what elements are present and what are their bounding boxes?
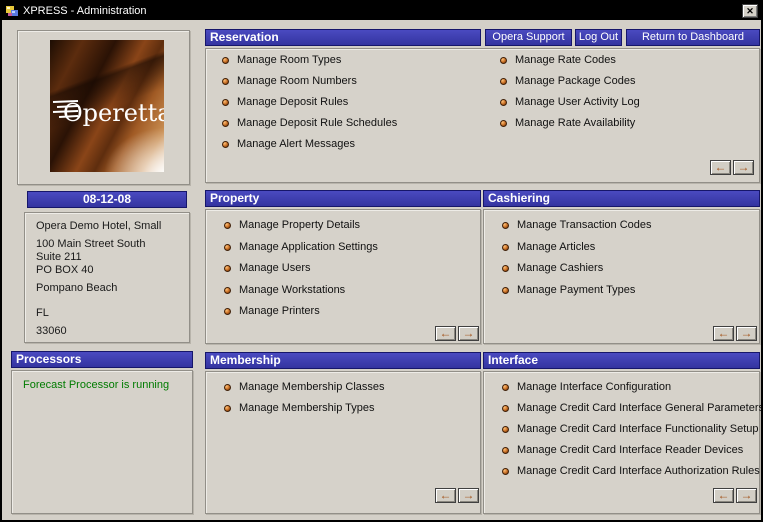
bullet-icon: [502, 404, 509, 412]
menu-link-manage-application-settings[interactable]: Manage Application Settings: [224, 240, 378, 254]
menu-link-manage-rate-availability[interactable]: Manage Rate Availability: [500, 116, 635, 130]
bullet-icon: [224, 383, 231, 391]
menu-link-manage-payment-types[interactable]: Manage Payment Types: [502, 283, 635, 297]
operetta-logo-art: Operetta: [52, 99, 172, 127]
bullet-icon: [224, 404, 231, 412]
bullet-icon: [222, 140, 229, 148]
hotel-street: 100 Main Street South: [36, 238, 146, 250]
section-header-property: Property: [205, 190, 481, 207]
hotel-po-box: PO BOX 40: [36, 264, 94, 276]
opera-support-button[interactable]: Opera Support: [485, 29, 572, 46]
bullet-icon: [502, 467, 509, 475]
bullet-icon: [222, 119, 229, 127]
menu-link-manage-package-codes[interactable]: Manage Package Codes: [500, 74, 635, 88]
bullet-icon: [224, 243, 231, 251]
section-header-interface: Interface: [483, 352, 760, 369]
bullet-icon: [222, 77, 229, 85]
processors-panel: Forecast Processor is running: [11, 370, 193, 514]
membership-prev-arrow-icon[interactable]: ←: [435, 488, 456, 503]
app-window: XPRESS - Administration ✕ Operetta 08-12…: [0, 0, 763, 522]
section-header-membership: Membership: [205, 352, 481, 369]
bullet-icon: [500, 98, 507, 106]
menu-link-manage-cc-interface-reader-devices[interactable]: Manage Credit Card Interface Reader Devi…: [502, 443, 743, 457]
bullet-icon: [224, 286, 231, 294]
hotel-address-panel: Opera Demo Hotel, Small 100 Main Street …: [24, 212, 190, 343]
bullet-icon: [502, 383, 509, 391]
bullet-icon: [502, 264, 509, 272]
reservation-next-arrow-icon[interactable]: →: [733, 160, 754, 175]
bullet-icon: [222, 98, 229, 106]
return-to-dashboard-button[interactable]: Return to Dashboard: [626, 29, 760, 46]
cashiering-next-arrow-icon[interactable]: →: [736, 326, 757, 341]
menu-link-manage-membership-types[interactable]: Manage Membership Types: [224, 401, 375, 415]
menu-link-manage-cc-interface-functionality-setup[interactable]: Manage Credit Card Interface Functionali…: [502, 422, 759, 436]
window-title: XPRESS - Administration: [23, 5, 147, 17]
bullet-icon: [222, 56, 229, 64]
menu-link-manage-workstations[interactable]: Manage Workstations: [224, 283, 345, 297]
section-header-cashiering: Cashiering: [483, 190, 760, 207]
interface-prev-arrow-icon[interactable]: ←: [713, 488, 734, 503]
menu-link-manage-property-details[interactable]: Manage Property Details: [224, 218, 360, 232]
bullet-icon: [224, 264, 231, 272]
log-out-button[interactable]: Log Out: [575, 29, 622, 46]
menu-link-manage-room-numbers[interactable]: Manage Room Numbers: [222, 74, 357, 88]
menu-link-manage-membership-classes[interactable]: Manage Membership Classes: [224, 380, 385, 394]
hotel-zip: 33060: [36, 325, 67, 337]
section-header-processors: Processors: [11, 351, 193, 368]
bullet-icon: [224, 307, 231, 315]
bullet-icon: [224, 221, 231, 229]
property-prev-arrow-icon[interactable]: ←: [435, 326, 456, 341]
menu-link-manage-interface-configuration[interactable]: Manage Interface Configuration: [502, 380, 671, 394]
membership-next-arrow-icon[interactable]: →: [458, 488, 479, 503]
menu-link-manage-cc-interface-general-parameters[interactable]: Manage Credit Card Interface General Par…: [502, 401, 761, 415]
bullet-icon: [500, 119, 507, 127]
close-icon[interactable]: ✕: [742, 4, 758, 18]
menu-link-manage-user-activity-log[interactable]: Manage User Activity Log: [500, 95, 640, 109]
menu-link-manage-users[interactable]: Manage Users: [224, 261, 311, 275]
processor-status: Forecast Processor is running: [23, 379, 170, 391]
bullet-icon: [502, 446, 509, 454]
menu-link-manage-transaction-codes[interactable]: Manage Transaction Codes: [502, 218, 652, 232]
interface-next-arrow-icon[interactable]: →: [736, 488, 757, 503]
titlebar: XPRESS - Administration ✕: [2, 2, 761, 20]
bullet-icon: [500, 77, 507, 85]
menu-link-manage-rate-codes[interactable]: Manage Rate Codes: [500, 53, 616, 67]
bullet-icon: [500, 56, 507, 64]
hotel-suite: Suite 211: [36, 251, 82, 263]
section-header-reservation: Reservation: [205, 29, 481, 46]
operetta-logo: Operetta: [50, 40, 172, 172]
bullet-icon: [502, 286, 509, 294]
menu-link-manage-room-types[interactable]: Manage Room Types: [222, 53, 341, 67]
menu-link-manage-cashiers[interactable]: Manage Cashiers: [502, 261, 603, 275]
bullet-icon: [502, 221, 509, 229]
menu-link-manage-articles[interactable]: Manage Articles: [502, 240, 595, 254]
logo-panel: Operetta: [17, 30, 190, 185]
menu-link-manage-printers[interactable]: Manage Printers: [224, 304, 320, 318]
reservation-prev-arrow-icon[interactable]: ←: [710, 160, 731, 175]
menu-link-manage-deposit-rule-schedules[interactable]: Manage Deposit Rule Schedules: [222, 116, 397, 130]
menu-link-manage-alert-messages[interactable]: Manage Alert Messages: [222, 137, 355, 151]
menu-link-manage-cc-interface-authorization-rules[interactable]: Manage Credit Card Interface Authorizati…: [502, 464, 760, 478]
bullet-icon: [502, 425, 509, 433]
menu-link-manage-deposit-rules[interactable]: Manage Deposit Rules: [222, 95, 348, 109]
logo-brand-text: Operetta: [63, 99, 164, 127]
bullet-icon: [502, 243, 509, 251]
hotel-name: Opera Demo Hotel, Small: [36, 220, 162, 232]
business-date: 08-12-08: [27, 191, 187, 208]
hotel-state: FL: [36, 307, 49, 319]
app-icon: [5, 4, 19, 18]
property-next-arrow-icon[interactable]: →: [458, 326, 479, 341]
hotel-city: Pompano Beach: [36, 282, 118, 294]
cashiering-prev-arrow-icon[interactable]: ←: [713, 326, 734, 341]
